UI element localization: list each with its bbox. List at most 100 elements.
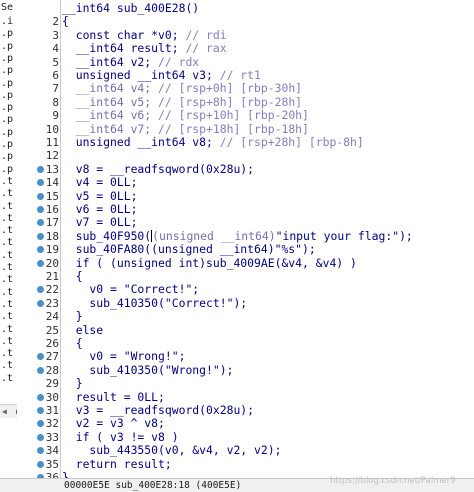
code-text[interactable]: unsigned __int64 v8; // [rsp+28h] [rbp-8… — [62, 135, 364, 149]
code-text[interactable]: const char *v0; // rdi — [62, 28, 227, 42]
panel-row[interactable]: .p — [1, 78, 13, 90]
panel-row[interactable]: .t — [1, 287, 13, 299]
code-text[interactable]: else — [62, 323, 103, 337]
code-text[interactable]: return result; — [62, 457, 172, 471]
code-text[interactable]: __int64 sub_400E28() — [62, 1, 199, 15]
code-line[interactable]: 31 v3 = __readfsqword(0x28u); — [17, 403, 474, 417]
scroll-left-icon[interactable]: ◀ — [2, 407, 7, 416]
code-line[interactable]: 5 __int64 v2; // rdx — [17, 55, 474, 69]
code-line[interactable]: 22 v0 = "Correct!"; — [17, 283, 474, 296]
panel-row[interactable]: .p — [1, 53, 13, 65]
code-line[interactable]: 34 sub_443550(v0, &v4, v2, v2); — [17, 443, 474, 457]
code-line[interactable]: 28 sub_410350("Wrong!"); — [17, 363, 474, 377]
code-line[interactable]: 24 } — [17, 309, 474, 323]
code-line[interactable]: 35 return result; — [17, 457, 474, 471]
code-line[interactable]: 20 if ( (unsigned int)sub_4009AE(&v4, &v… — [17, 256, 474, 270]
code-line[interactable]: 30 result = 0LL; — [17, 390, 474, 404]
code-text[interactable]: __int64 v2; // rdx — [62, 55, 199, 69]
panel-row[interactable]: .p — [1, 90, 13, 102]
panel-row[interactable]: .p — [1, 114, 13, 126]
code-line[interactable]: 23 sub_410350("Correct!"); — [17, 296, 474, 310]
code-line[interactable]: 4 __int64 result; // rax — [17, 41, 474, 55]
code-text[interactable]: sub_40F950((unsigned __int64)"input your… — [62, 229, 413, 243]
code-text[interactable]: v2 = v3 ^ v8; — [62, 417, 165, 430]
panel-row[interactable]: .t — [1, 176, 13, 188]
panel-row[interactable]: .t — [1, 225, 13, 237]
code-text[interactable]: v0 = "Correct!"; — [62, 283, 199, 296]
code-text[interactable]: } — [62, 309, 83, 323]
code-text[interactable]: v8 = __readfsqword(0x28u); — [62, 162, 254, 176]
code-line[interactable]: 17 v7 = 0LL; — [17, 216, 474, 229]
panel-row[interactable]: .t — [1, 237, 13, 249]
code-line[interactable]: 6 unsigned __int64 v3; // rt1 — [17, 68, 474, 82]
code-text[interactable]: v6 = 0LL; — [62, 202, 138, 216]
panel-row[interactable]: .p — [1, 139, 13, 151]
code-text[interactable]: if ( (unsigned int)sub_4009AE(&v4, &v4) … — [62, 256, 357, 270]
panel-row[interactable]: .t — [1, 336, 13, 348]
code-text[interactable]: v5 = 0LL; — [62, 189, 138, 203]
code-text[interactable]: { — [62, 269, 83, 283]
panel-row[interactable]: .p — [1, 41, 13, 53]
code-text[interactable]: sub_40FA80((unsigned __int64)"%s"); — [62, 242, 316, 256]
panel-row[interactable]: .t — [1, 324, 13, 336]
panel-row[interactable]: .p — [1, 164, 13, 176]
code-line[interactable]: 14 v4 = 0LL; — [17, 175, 474, 189]
code-text[interactable]: unsigned __int64 v3; // rt1 — [62, 68, 261, 82]
code-text[interactable]: if ( v3 != v8 ) — [62, 430, 179, 444]
code-line[interactable]: 26 { — [17, 336, 474, 350]
code-line[interactable]: 9 __int64 v6; // [rsp+10h] [rbp-20h] — [17, 108, 474, 122]
code-text[interactable]: sub_410350("Correct!"); — [62, 296, 247, 310]
panel-row[interactable]: .p — [1, 65, 13, 77]
panel-row[interactable]: .p — [1, 28, 13, 40]
panel-row[interactable]: .p — [1, 102, 13, 114]
code-text[interactable]: v0 = "Wrong!"; — [62, 350, 185, 363]
panel-row[interactable]: .t — [1, 311, 13, 323]
code-text[interactable]: __int64 result; // rax — [62, 41, 227, 55]
code-line[interactable]: 29 } — [17, 376, 474, 390]
code-line[interactable]: 19 sub_40FA80((unsigned __int64)"%s"); — [17, 242, 474, 256]
code-line[interactable]: 15 v5 = 0LL; — [17, 189, 474, 203]
code-text[interactable]: { — [62, 336, 83, 350]
code-text[interactable]: v7 = 0LL; — [62, 216, 138, 229]
code-line[interactable]: 21 { — [17, 269, 474, 283]
code-line[interactable]: 3 const char *v0; // rdi — [17, 28, 474, 42]
code-line[interactable]: 11 unsigned __int64 v8; // [rsp+28h] [rb… — [17, 135, 474, 149]
panel-row[interactable]: .t — [1, 373, 13, 385]
code-text[interactable]: { — [62, 15, 69, 28]
code-text[interactable]: sub_443550(v0, &v4, v2, v2); — [62, 443, 281, 457]
code-line[interactable]: 2{ — [17, 15, 474, 29]
code-text[interactable]: v3 = __readfsqword(0x28u); — [62, 403, 254, 417]
code-line[interactable]: 16 v6 = 0LL; — [17, 202, 474, 216]
panel-row[interactable]: .i — [1, 16, 13, 28]
panel-row[interactable]: .t — [1, 188, 13, 200]
code-line[interactable]: 32 v2 = v3 ^ v8; — [17, 417, 474, 430]
code-line[interactable]: 13 v8 = __readfsqword(0x28u); — [17, 162, 474, 176]
panel-row[interactable]: .t — [1, 250, 13, 262]
code-line[interactable]: 27 v0 = "Wrong!"; — [17, 350, 474, 363]
code-text[interactable]: } — [62, 376, 83, 390]
code-line[interactable]: 25 else — [17, 323, 474, 337]
panel-row[interactable]: .t — [1, 262, 13, 274]
panel-row[interactable]: .t — [1, 274, 13, 286]
code-text[interactable]: result = 0LL; — [62, 390, 165, 404]
panel-row[interactable]: .t — [1, 201, 13, 213]
code-text[interactable]: v4 = 0LL; — [62, 175, 138, 189]
panel-row[interactable]: .t — [1, 299, 13, 311]
code-line[interactable]: 8 __int64 v5; // [rsp+8h] [rbp-28h] — [17, 95, 474, 109]
panel-row[interactable]: .t — [1, 348, 13, 360]
code-text[interactable]: sub_410350("Wrong!"); — [62, 363, 233, 377]
code-text[interactable]: __int64 v6; // [rsp+10h] [rbp-20h] — [62, 108, 309, 122]
code-line[interactable]: __int64 sub_400E28() — [17, 1, 474, 15]
code-text[interactable]: __int64 v4; // [rsp+0h] [rbp-30h] — [62, 82, 302, 95]
code-line[interactable]: 12 — [17, 149, 474, 162]
panel-row[interactable]: .p — [1, 151, 13, 163]
code-line[interactable]: 7 __int64 v4; // [rsp+0h] [rbp-30h] — [17, 82, 474, 96]
functions-panel[interactable]: Se .i .p .p .p .p .p .p .p .p .p .p .p .p .t .t .t .t .t.… — [0, 0, 18, 430]
panel-row[interactable]: .t — [1, 360, 13, 372]
code-text[interactable]: __int64 v5; // [rsp+8h] [rbp-28h] — [62, 95, 302, 109]
panel-row[interactable]: .p — [1, 127, 13, 139]
code-line[interactable]: 33 if ( v3 != v8 ) — [17, 430, 474, 444]
code-line[interactable]: 10 __int64 v7; // [rsp+18h] [rbp-18h] — [17, 122, 474, 136]
code-line[interactable]: 18 sub_40F950((unsigned __int64)"input y… — [17, 229, 474, 243]
code-text[interactable]: __int64 v7; // [rsp+18h] [rbp-18h] — [62, 122, 309, 136]
